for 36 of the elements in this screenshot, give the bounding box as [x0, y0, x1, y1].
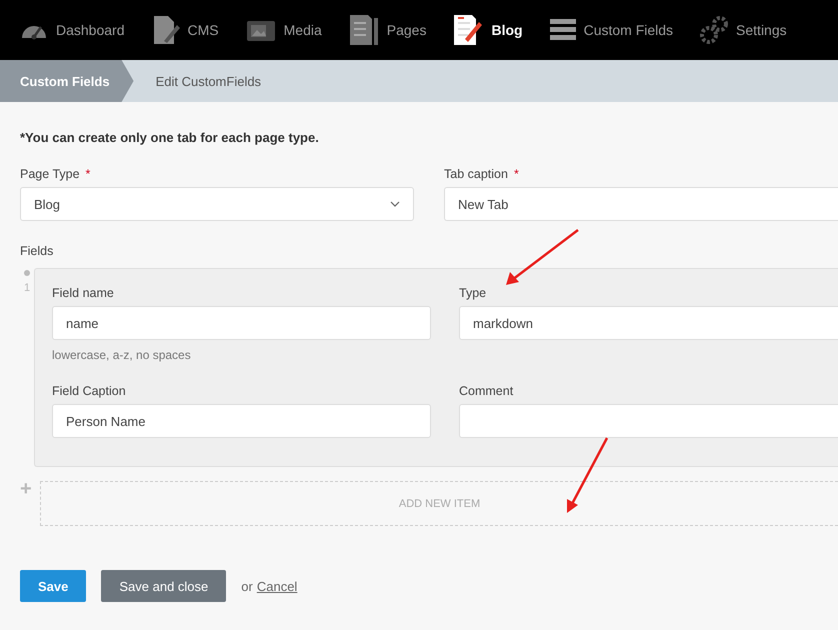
hint-text: lowercase, a-z, no spaces — [52, 348, 192, 362]
cancel-link[interactable]: Cancel — [256, 578, 298, 594]
menu-icon — [550, 17, 576, 43]
field-label: Page Type — [20, 167, 80, 181]
required-mark: * — [514, 167, 519, 181]
nav-item[interactable]: Custom Fields — [550, 17, 674, 43]
field-label: Comment — [459, 384, 514, 398]
item-number: 1 — [24, 282, 30, 294]
checklist-icon — [348, 14, 379, 46]
section-label: Fields — [20, 244, 54, 258]
field-name-input[interactable]: name — [52, 306, 431, 340]
or-text: or — [241, 578, 253, 594]
nav-item[interactable]: Pages — [348, 14, 426, 46]
nav-item[interactable]: Dashboard — [20, 18, 124, 42]
required-mark: * — [86, 167, 90, 181]
tab-caption-field[interactable]: New Tab — [444, 187, 838, 221]
nav-item[interactable]: CMS — [152, 15, 219, 45]
type-input[interactable]: markdown — [459, 306, 838, 340]
drag-handle-icon[interactable] — [24, 270, 30, 276]
save-and-close-button[interactable]: Save and close — [101, 570, 226, 602]
field-label: Field Caption — [52, 384, 127, 398]
nav-item[interactable]: Media — [246, 17, 322, 43]
field-label: Field name — [52, 286, 115, 300]
comment-input[interactable] — [459, 404, 838, 438]
field-label: Tab caption — [444, 167, 508, 181]
notice-text: *You can create only one tab for each page type. — [20, 130, 320, 145]
nav-item[interactable]: Settings — [700, 16, 787, 44]
field-label: Type — [459, 286, 488, 300]
settings-icon — [700, 16, 728, 44]
nav-item[interactable]: Blog — [453, 14, 523, 46]
document-pencil-icon — [152, 15, 180, 45]
breadcrumb-item[interactable]: Edit CustomFields — [134, 60, 282, 102]
field-caption-input[interactable]: Person Name — [52, 404, 431, 438]
chevron-down-icon — [390, 201, 400, 207]
document-pencil-icon — [453, 14, 484, 46]
page-type-dropdown[interactable]: Blog — [20, 187, 414, 221]
